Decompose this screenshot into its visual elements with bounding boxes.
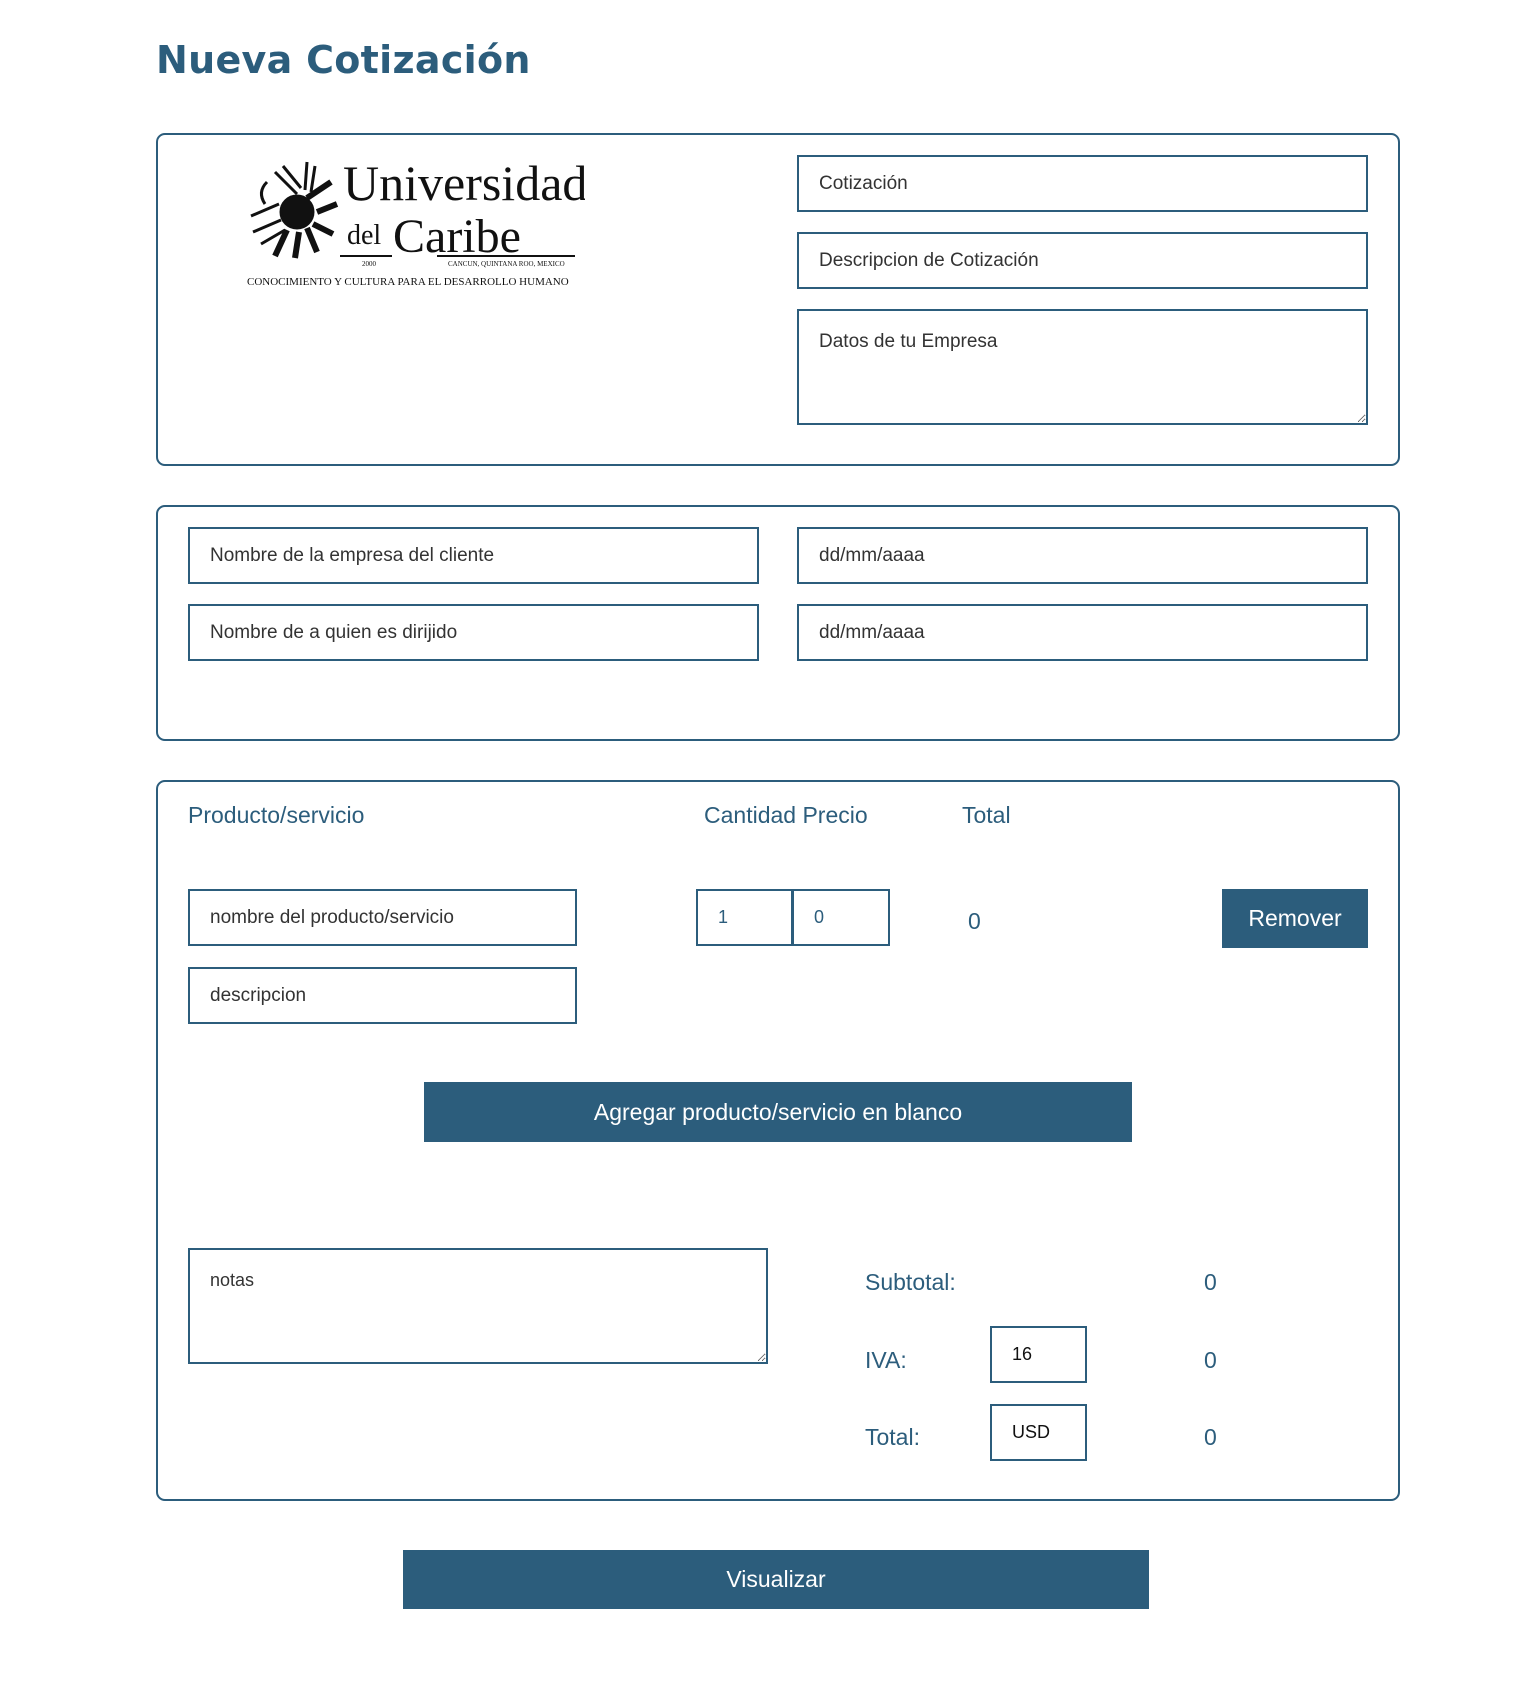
logo-name-line1: Universidad bbox=[343, 155, 585, 211]
logo-location: CANCUN, QUINTANA ROO, MEXICO bbox=[448, 260, 565, 268]
currency-input[interactable] bbox=[990, 1404, 1087, 1461]
page-title: Nueva Cotización bbox=[156, 38, 531, 82]
date-input-2[interactable] bbox=[797, 604, 1368, 661]
visualizar-button[interactable]: Visualizar bbox=[403, 1550, 1149, 1609]
logo-emblem-icon bbox=[250, 161, 339, 259]
iva-label: IVA: bbox=[865, 1347, 907, 1373]
subtotal-label: Subtotal: bbox=[865, 1269, 956, 1295]
quantity-input[interactable] bbox=[696, 889, 793, 946]
remove-button[interactable]: Remover bbox=[1222, 889, 1368, 948]
university-logo: Universidad del Caribe 2000 CANCUN, QUIN… bbox=[247, 155, 585, 288]
header-total: Total bbox=[962, 802, 1011, 828]
iva-value: 0 bbox=[1204, 1347, 1217, 1373]
subtotal-value: 0 bbox=[1204, 1269, 1217, 1295]
client-company-input[interactable] bbox=[188, 527, 759, 584]
cotizacion-input[interactable] bbox=[797, 155, 1368, 212]
logo-name-del: del bbox=[347, 220, 381, 251]
product-name-input[interactable] bbox=[188, 889, 577, 946]
header-cantidad-precio: Cantidad Precio bbox=[704, 802, 868, 828]
notes-textarea[interactable] bbox=[188, 1248, 768, 1364]
product-description-input[interactable] bbox=[188, 967, 577, 1024]
datos-empresa-textarea[interactable] bbox=[797, 309, 1368, 425]
date-input-1[interactable] bbox=[797, 527, 1368, 584]
client-contact-input[interactable] bbox=[188, 604, 759, 661]
descripcion-cotizacion-input[interactable] bbox=[797, 232, 1368, 289]
total-value: 0 bbox=[1204, 1424, 1217, 1450]
iva-rate-input[interactable] bbox=[990, 1326, 1087, 1383]
logo-year: 2000 bbox=[362, 260, 377, 268]
row-total: 0 bbox=[968, 908, 981, 934]
add-item-button[interactable]: Agregar producto/servicio en blanco bbox=[424, 1082, 1132, 1142]
logo-tagline: CONOCIMIENTO Y CULTURA PARA EL DESARROLL… bbox=[247, 276, 569, 288]
price-input[interactable] bbox=[792, 889, 890, 946]
header-producto: Producto/servicio bbox=[188, 802, 365, 828]
total-label: Total: bbox=[865, 1424, 920, 1450]
